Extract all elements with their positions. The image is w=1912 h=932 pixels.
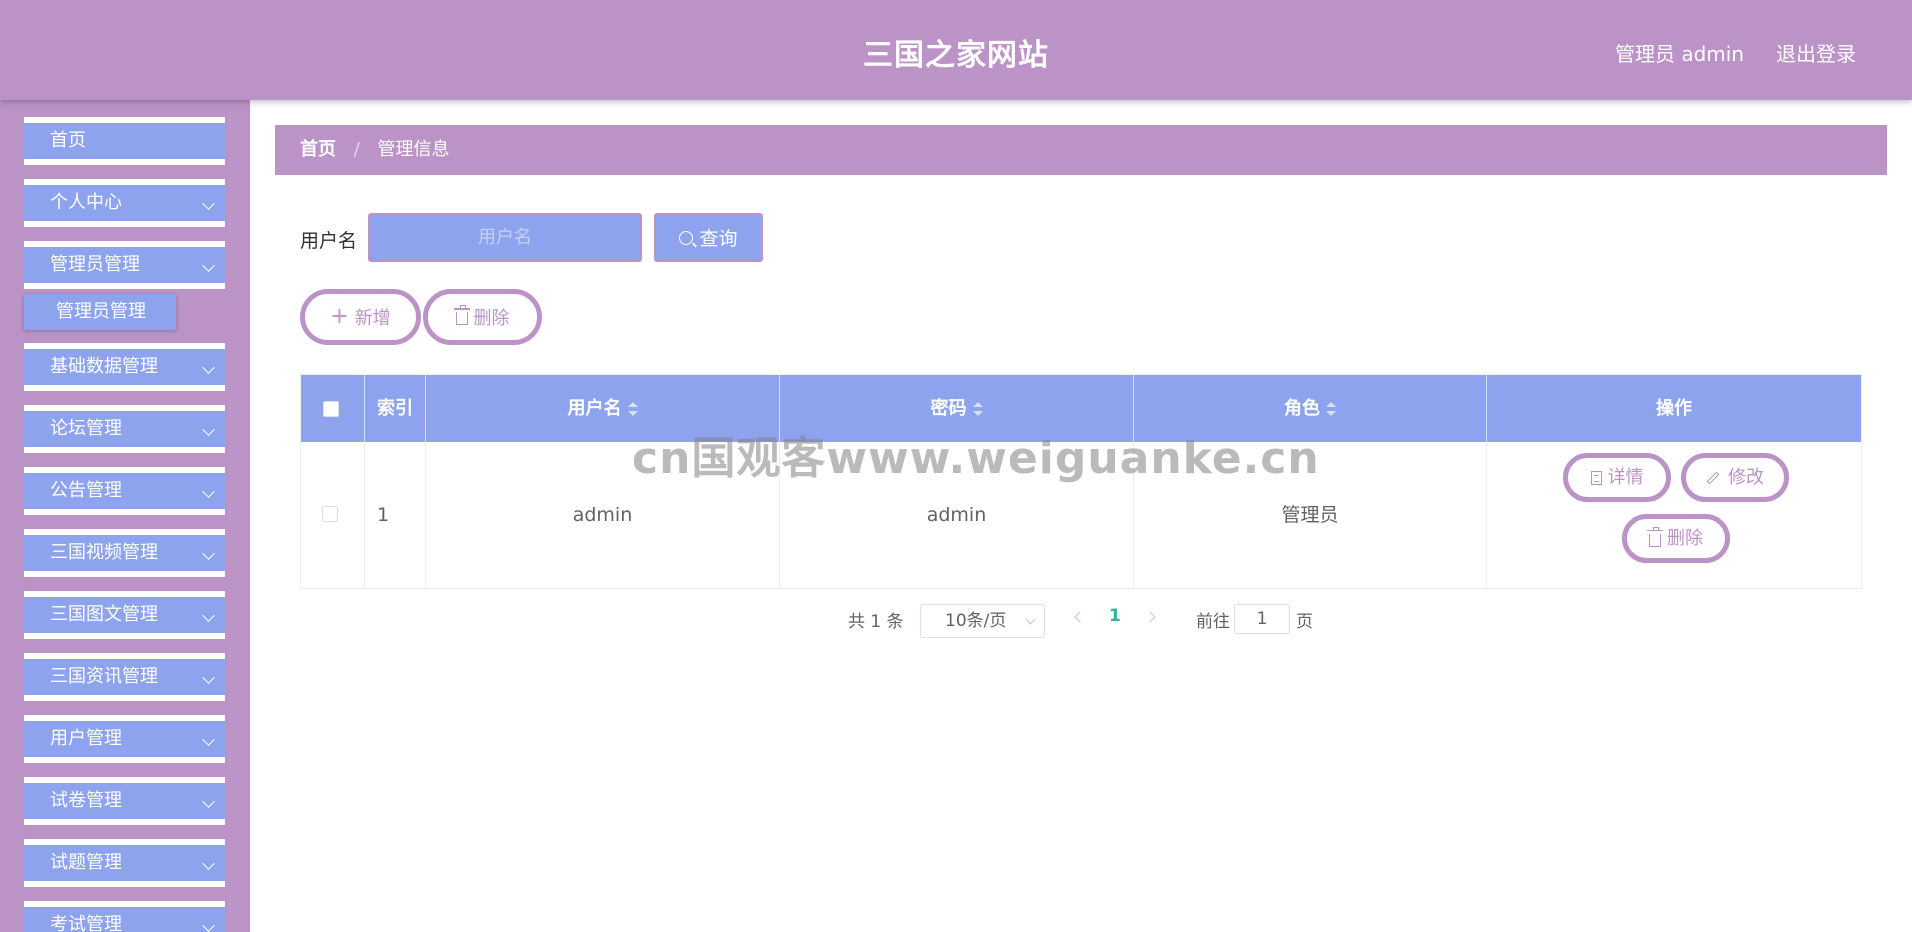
prev-page-icon[interactable] xyxy=(1074,611,1086,623)
sidebar-item-news[interactable]: 三国资讯管理 xyxy=(24,653,225,701)
cell-username: admin xyxy=(425,442,779,588)
sidebar-item-home[interactable]: 首页 xyxy=(24,117,225,165)
sidebar-item-label: 管理员管理 xyxy=(50,254,140,275)
select-all-cell xyxy=(301,375,364,442)
document-icon xyxy=(1590,470,1602,485)
column-header-username-label: 用户名 xyxy=(567,398,622,419)
cell-password: admin xyxy=(779,442,1133,588)
cell-role: 管理员 xyxy=(1133,442,1486,588)
column-header-password[interactable]: 密码 xyxy=(779,375,1133,442)
sidebar-item-graphic[interactable]: 三国图文管理 xyxy=(24,591,225,639)
column-header-index: 索引 xyxy=(364,375,425,442)
sidebar-subitem-label: 管理员管理 xyxy=(56,301,146,322)
top-header: 三国之家网站 管理员 admin 退出登录 xyxy=(0,0,1912,100)
cell-operation: 详情 修改 删除 xyxy=(1486,442,1861,588)
sidebar-item-label: 三国视频管理 xyxy=(50,542,158,563)
chevron-down-icon xyxy=(202,197,215,210)
add-button[interactable]: + 新增 xyxy=(300,289,421,345)
sidebar-item-questions[interactable]: 试题管理 xyxy=(24,839,225,887)
breadcrumb: 首页 / 管理信息 xyxy=(275,125,1887,175)
sort-icon[interactable] xyxy=(627,402,638,416)
breadcrumb-home[interactable]: 首页 xyxy=(300,139,336,160)
batch-delete-button-label: 删除 xyxy=(473,308,510,329)
chevron-down-icon xyxy=(202,259,215,272)
sort-icon[interactable] xyxy=(972,402,983,416)
sidebar-item-exams[interactable]: 考试管理 xyxy=(24,901,225,932)
username-search-label: 用户名 xyxy=(300,230,358,252)
edit-button-label: 修改 xyxy=(1728,466,1764,488)
goto-unit: 页 xyxy=(1296,612,1313,632)
plus-icon: + xyxy=(330,304,349,329)
chevron-down-icon xyxy=(202,547,215,560)
sidebar-item-video[interactable]: 三国视频管理 xyxy=(24,529,225,577)
sidebar-subitem-admin-management[interactable]: 管理员管理 xyxy=(24,294,176,330)
column-header-username[interactable]: 用户名 xyxy=(425,375,779,442)
trash-icon xyxy=(453,305,470,325)
chevron-down-icon xyxy=(202,795,215,808)
sidebar-item-label: 基础数据管理 xyxy=(50,356,158,377)
detail-button[interactable]: 详情 xyxy=(1563,453,1671,502)
sort-icon[interactable] xyxy=(1326,402,1336,416)
row-delete-button[interactable]: 删除 xyxy=(1622,514,1730,563)
goto-label: 前往 xyxy=(1196,612,1230,632)
page-size-value: 10条/页 xyxy=(945,611,1007,631)
breadcrumb-separator: / xyxy=(353,139,360,160)
current-user-label: 管理员 admin xyxy=(1614,42,1744,66)
chevron-down-icon xyxy=(202,919,215,932)
admin-table: 索引 用户名 密码 角色 操作 1 admin admin 管理员 详情 修改 xyxy=(300,374,1862,589)
search-icon xyxy=(679,230,694,245)
query-button[interactable]: 查询 xyxy=(654,213,763,262)
sidebar-item-personal-center[interactable]: 个人中心 xyxy=(24,179,225,227)
column-header-role-label: 角色 xyxy=(1284,398,1320,419)
cell-index: 1 xyxy=(364,442,425,588)
sidebar-item-label: 三国资讯管理 xyxy=(50,666,158,687)
sidebar-item-label: 公告管理 xyxy=(50,480,122,501)
trash-icon xyxy=(1647,526,1663,547)
select-all-checkbox[interactable] xyxy=(323,401,339,417)
batch-delete-button[interactable]: 删除 xyxy=(423,289,542,345)
column-header-password-label: 密码 xyxy=(930,398,967,419)
logout-link[interactable]: 退出登录 xyxy=(1776,38,1856,67)
row-select-cell xyxy=(301,442,364,588)
sidebar-item-users[interactable]: 用户管理 xyxy=(24,715,225,763)
sidebar: 首页 个人中心 管理员管理 管理员管理 基础数据管理 论坛管理 公告管理 三国视… xyxy=(0,100,250,932)
page-size-select[interactable]: 10条/页 xyxy=(920,604,1045,638)
breadcrumb-current: 管理信息 xyxy=(377,139,450,160)
sidebar-item-basic-data[interactable]: 基础数据管理 xyxy=(24,343,225,391)
sidebar-item-label: 个人中心 xyxy=(50,192,122,213)
add-button-label: 新增 xyxy=(354,308,391,329)
table-row: 1 admin admin 管理员 详情 修改 删除 xyxy=(301,442,1861,588)
row-checkbox[interactable] xyxy=(322,506,338,522)
goto-page-input[interactable] xyxy=(1234,604,1290,634)
sidebar-item-label: 试卷管理 xyxy=(50,790,122,811)
column-header-operation: 操作 xyxy=(1486,375,1861,442)
chevron-down-icon xyxy=(202,671,215,684)
sidebar-item-label: 试题管理 xyxy=(50,852,122,873)
username-search-input[interactable] xyxy=(368,213,642,262)
sidebar-item-label: 首页 xyxy=(50,130,86,151)
query-button-label: 查询 xyxy=(699,228,738,250)
next-page-icon[interactable] xyxy=(1144,611,1156,623)
chevron-down-icon xyxy=(202,857,215,870)
chevron-down-icon xyxy=(202,361,215,374)
row-delete-button-label: 删除 xyxy=(1667,527,1703,549)
sidebar-item-label: 考试管理 xyxy=(50,914,122,932)
chevron-down-icon xyxy=(202,733,215,746)
sidebar-item-label: 论坛管理 xyxy=(50,418,122,439)
sidebar-item-papers[interactable]: 试卷管理 xyxy=(24,777,225,825)
column-header-role[interactable]: 角色 xyxy=(1133,375,1486,442)
chevron-down-icon xyxy=(1025,614,1036,625)
chevron-down-icon xyxy=(202,609,215,622)
chevron-down-icon xyxy=(202,485,215,498)
chevron-down-icon xyxy=(202,423,215,436)
pagination-total: 共 1 条 xyxy=(848,612,904,632)
sidebar-item-forum[interactable]: 论坛管理 xyxy=(24,405,225,453)
sidebar-item-label: 三国图文管理 xyxy=(50,604,158,625)
sidebar-item-announcement[interactable]: 公告管理 xyxy=(24,467,225,515)
current-page-number[interactable]: 1 xyxy=(1109,606,1121,626)
sidebar-item-admin-management[interactable]: 管理员管理 xyxy=(24,241,225,289)
sidebar-item-label: 用户管理 xyxy=(50,728,122,749)
edit-icon xyxy=(1706,471,1720,484)
